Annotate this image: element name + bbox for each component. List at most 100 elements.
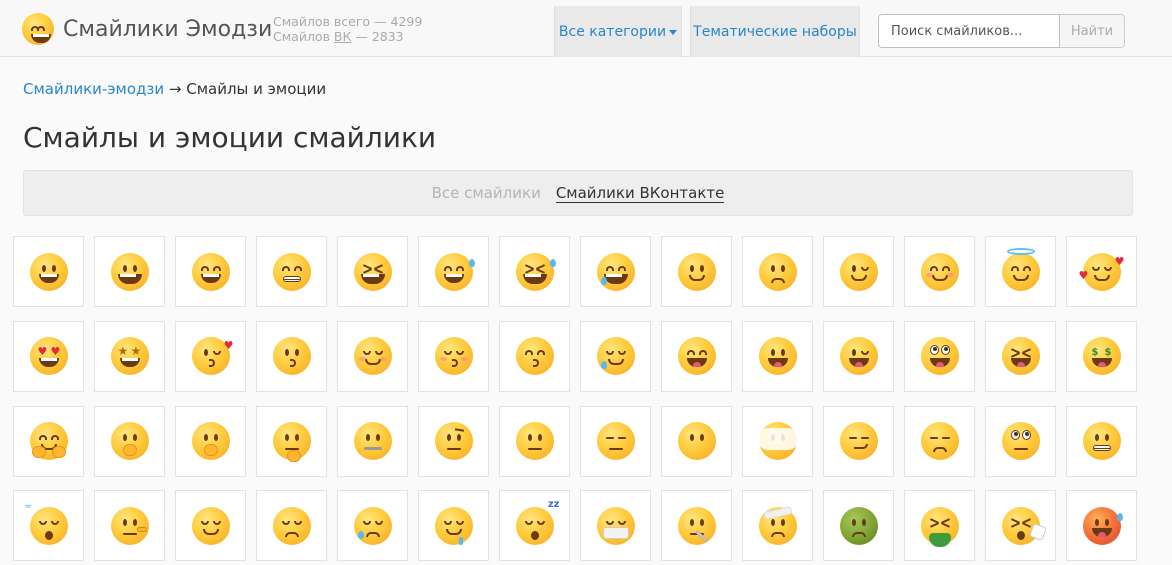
nauseated-face-icon [839, 506, 878, 545]
kissing-face-icon [272, 337, 311, 376]
emoji-cell[interactable]: zz [499, 490, 570, 562]
emoji-cell[interactable] [499, 236, 570, 307]
emoji-cell[interactable] [904, 320, 975, 392]
face-without-mouth-icon [677, 422, 716, 460]
emoji-cell[interactable] [742, 320, 813, 392]
winking-face-tongue-icon [839, 337, 878, 376]
stats-vk: Смайлов ВК — 2833 [273, 29, 404, 44]
emoji-cell[interactable] [175, 405, 246, 477]
filter-vk-emoji[interactable]: Смайлики ВКонтакте [555, 184, 725, 203]
face-with-tongue-icon [758, 337, 797, 376]
smiling-face-icon [353, 337, 392, 376]
emoji-cell[interactable] [661, 405, 732, 477]
breadcrumb: Смайлики-эмодзи → Смайлы и эмоции [23, 80, 326, 98]
top-navbar: Смайлики Эмодзи Смайлов всего — 4299 Сма… [0, 0, 1172, 57]
emoji-cell[interactable] [904, 236, 975, 307]
breadcrumb-root-link[interactable]: Смайлики-эмодзи [23, 80, 164, 98]
emoji-cell[interactable] [580, 405, 651, 477]
heart-eyes-icon [29, 337, 68, 376]
emoji-cell[interactable] [1066, 490, 1137, 562]
emoji-cell[interactable] [985, 405, 1056, 477]
emoji-cell[interactable] [256, 236, 327, 307]
emoji-cell[interactable] [904, 490, 975, 562]
emoji-cell[interactable] [580, 236, 651, 307]
emoji-cell[interactable] [418, 236, 489, 307]
face-raised-eyebrow-icon [434, 422, 473, 460]
emoji-cell[interactable] [742, 405, 813, 477]
all-categories-label: Все категории [558, 23, 667, 40]
emoji-cell[interactable]: ♥ [175, 320, 246, 392]
emoji-cell[interactable] [823, 405, 894, 477]
all-categories-dropdown[interactable]: Все категории [554, 6, 682, 57]
kissing-face-smiling-eyes-icon [515, 337, 554, 376]
emoji-cell[interactable] [823, 236, 894, 307]
beaming-face-icon [272, 252, 311, 291]
emoji-cell[interactable] [418, 490, 489, 562]
face-savoring-food-icon [677, 337, 716, 376]
thinking-face-icon [272, 422, 311, 462]
emoji-cell[interactable] [94, 320, 165, 392]
emoji-cell[interactable] [94, 236, 165, 307]
face-with-thermometer-icon [677, 506, 716, 545]
emoji-cell[interactable] [94, 405, 165, 477]
emoji-cell[interactable] [256, 320, 327, 392]
emoji-cell[interactable] [175, 490, 246, 562]
emoji-cell[interactable] [580, 490, 651, 562]
emoji-grid: ♥♥♥$$≈zz [13, 236, 1143, 565]
emoji-cell[interactable] [418, 320, 489, 392]
face-blowing-kiss-icon: ♥ [191, 337, 234, 376]
grinning-face-big-eyes-icon [110, 252, 149, 291]
pensive-face-icon [272, 506, 311, 545]
emoji-cell[interactable] [985, 236, 1056, 307]
emoji-cell[interactable] [337, 490, 408, 562]
emoji-cell[interactable] [94, 490, 165, 562]
emoji-cell[interactable] [823, 320, 894, 392]
search-input[interactable] [878, 14, 1060, 48]
emoji-cell[interactable] [337, 236, 408, 307]
grinning-face-sweat-icon [434, 252, 475, 291]
filter-bar: Все смайлики Смайлики ВКонтакте [23, 170, 1133, 216]
emoji-cell[interactable] [337, 405, 408, 477]
emoji-cell[interactable] [499, 405, 570, 477]
emoji-cell[interactable] [985, 490, 1056, 562]
grinning-face-icon [29, 252, 68, 291]
emoji-cell[interactable] [13, 236, 84, 307]
unamused-face-icon [920, 422, 959, 460]
emoji-cell[interactable] [175, 236, 246, 307]
neutral-face-icon [515, 422, 554, 460]
emoji-cell[interactable] [418, 405, 489, 477]
emoji-cell[interactable] [13, 320, 84, 392]
emoji-cell[interactable] [661, 320, 732, 392]
emoji-cell[interactable] [661, 490, 732, 562]
filter-all-emoji[interactable]: Все смайлики [432, 184, 541, 202]
grinning-squinting-face-icon [353, 252, 392, 291]
site-logo-link[interactable]: Смайлики Эмодзи [22, 13, 272, 45]
face-hand-over-mouth-icon [110, 422, 149, 460]
emoji-cell[interactable]: $ $ [1066, 320, 1137, 392]
face-medical-mask-icon [596, 506, 635, 545]
emoji-cell[interactable] [904, 405, 975, 477]
emoji-cell[interactable] [337, 320, 408, 392]
emoji-cell[interactable] [499, 320, 570, 392]
emoji-cell[interactable] [661, 236, 732, 307]
emoji-cell[interactable] [1066, 405, 1137, 477]
emoji-cell[interactable] [256, 490, 327, 562]
emoji-cell[interactable] [256, 405, 327, 477]
emoji-cell[interactable] [580, 320, 651, 392]
search-button[interactable]: Найти [1060, 14, 1125, 48]
emoji-cell[interactable]: ♥ ♥ [1066, 236, 1137, 307]
emoji-cell[interactable] [742, 236, 813, 307]
emoji-cell[interactable] [742, 490, 813, 562]
expressionless-face-icon [596, 422, 635, 460]
emoji-cell[interactable] [985, 320, 1056, 392]
emoji-cell[interactable] [13, 405, 84, 477]
face-tears-of-joy-icon [596, 252, 635, 291]
emoji-cell[interactable]: ≈ [13, 490, 84, 562]
winking-face-icon [839, 252, 878, 291]
sleepy-face-icon [353, 506, 392, 545]
hugging-face-icon [29, 422, 68, 460]
smiling-face-smiling-eyes-icon [920, 252, 959, 291]
star-struck-icon [110, 337, 149, 376]
emoji-cell[interactable] [823, 490, 894, 562]
theme-sets-link[interactable]: Тематические наборы [690, 6, 860, 57]
